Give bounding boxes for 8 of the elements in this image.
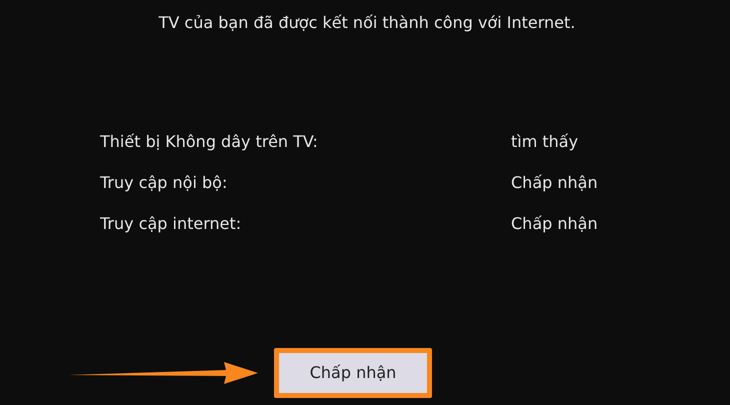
status-value: tìm thấy <box>511 131 578 153</box>
accept-button[interactable]: Chấp nhận <box>279 353 427 393</box>
status-value: Chấp nhận <box>511 172 598 194</box>
status-label: Truy cập internet: <box>100 213 242 235</box>
status-label: Thiết bị Không dây trên TV: <box>100 131 319 153</box>
status-value: Chấp nhận <box>511 213 598 235</box>
status-label: Truy cập nội bộ: <box>100 172 228 194</box>
connection-message: TV của bạn đã được kết nối thành công với Internet. <box>158 12 576 34</box>
